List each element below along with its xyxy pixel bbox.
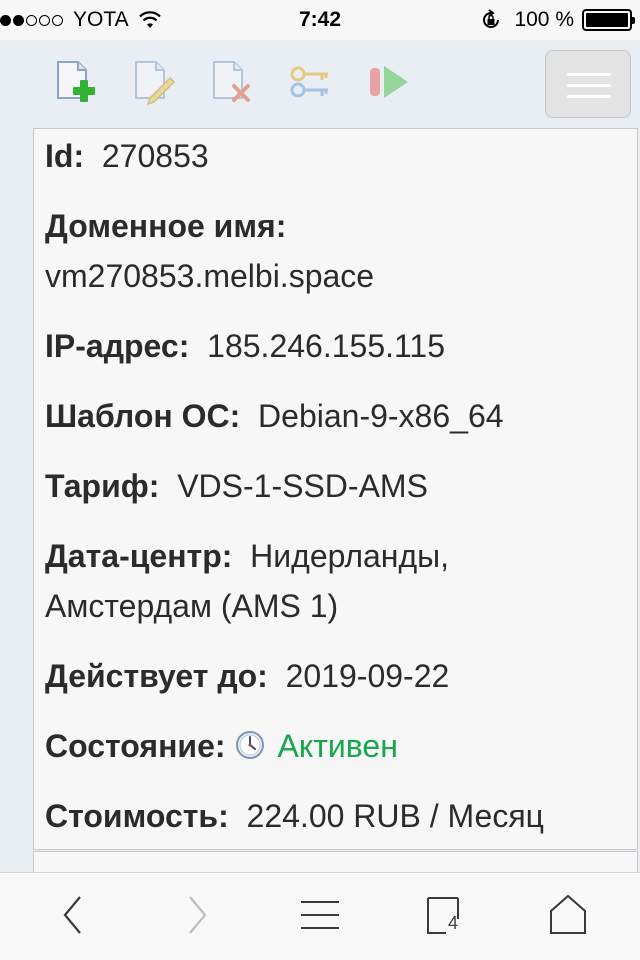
toolbar [0,40,640,128]
ip-label: IP-адрес: [45,328,190,364]
domain-value: vm270853.melbi.space [45,258,375,294]
detail-datacenter: Дата-центр: Нидерланды, [45,531,449,581]
status-bar: YOTA 7:42 100 % [0,0,640,40]
cost-value: 224.00 RUB / Месяц [246,798,544,834]
menu-button[interactable] [545,50,631,118]
id-label: Id: [45,138,85,174]
domain-label: Доменное имя: [45,208,287,244]
server-details-panel: Id: 270853 Доменное имя: vm270853.melbi.… [33,128,638,850]
detail-os: Шаблон ОС: Debian-9-x86_64 [45,391,504,441]
id-value: 270853 [101,138,209,174]
hamburger-icon [567,73,611,76]
detail-tariff: Тариф: VDS-1-SSD-AMS [45,461,428,511]
battery-icon [582,9,635,31]
detail-cost: Стоимость: 224.00 RUB / Месяц [45,791,544,841]
detail-id: Id: 270853 [45,131,209,181]
clock-icon [235,731,264,759]
detail-valid-until: Действует до: 2019-09-22 [45,651,449,701]
keys-icon[interactable] [286,58,334,106]
os-label: Шаблон ОС: [45,398,241,434]
start-icon[interactable] [364,58,412,106]
add-document-icon[interactable] [52,58,100,106]
detail-ip: IP-адрес: 185.246.155.115 [45,321,445,371]
rotation-lock-icon [483,9,500,28]
os-value: Debian-9-x86_64 [258,398,504,434]
home-icon[interactable] [548,893,588,937]
detail-domain: Доменное имя: [45,201,286,251]
delete-document-icon[interactable] [208,58,256,106]
status-right: 100 % [480,8,635,32]
ip-value: 185.246.155.115 [207,328,446,364]
tariff-value: VDS-1-SSD-AMS [177,468,428,504]
state-value: Активен [277,728,398,764]
valid-until-label: Действует до: [45,658,268,694]
tabs-icon[interactable] [424,893,468,937]
forward-icon[interactable] [184,893,210,937]
valid-until-value: 2019-09-22 [285,658,450,694]
battery-percent: 100 % [514,8,574,31]
tab-count: 4 [448,913,459,933]
menu-list-icon[interactable] [300,893,340,937]
browser-toolbar: 4 [0,872,640,960]
state-label: Состояние: [45,728,226,764]
tariff-label: Тариф: [45,468,160,504]
edit-document-icon[interactable] [130,58,178,106]
datacenter-value-line2: Амстердам (AMS 1) [45,588,339,624]
datacenter-label: Дата-центр: [45,538,233,574]
back-icon[interactable] [60,893,86,937]
cost-label: Стоимость: [45,798,229,834]
datacenter-value-line1: Нидерланды, [250,538,450,574]
detail-state: Состояние: Активен [45,721,398,771]
